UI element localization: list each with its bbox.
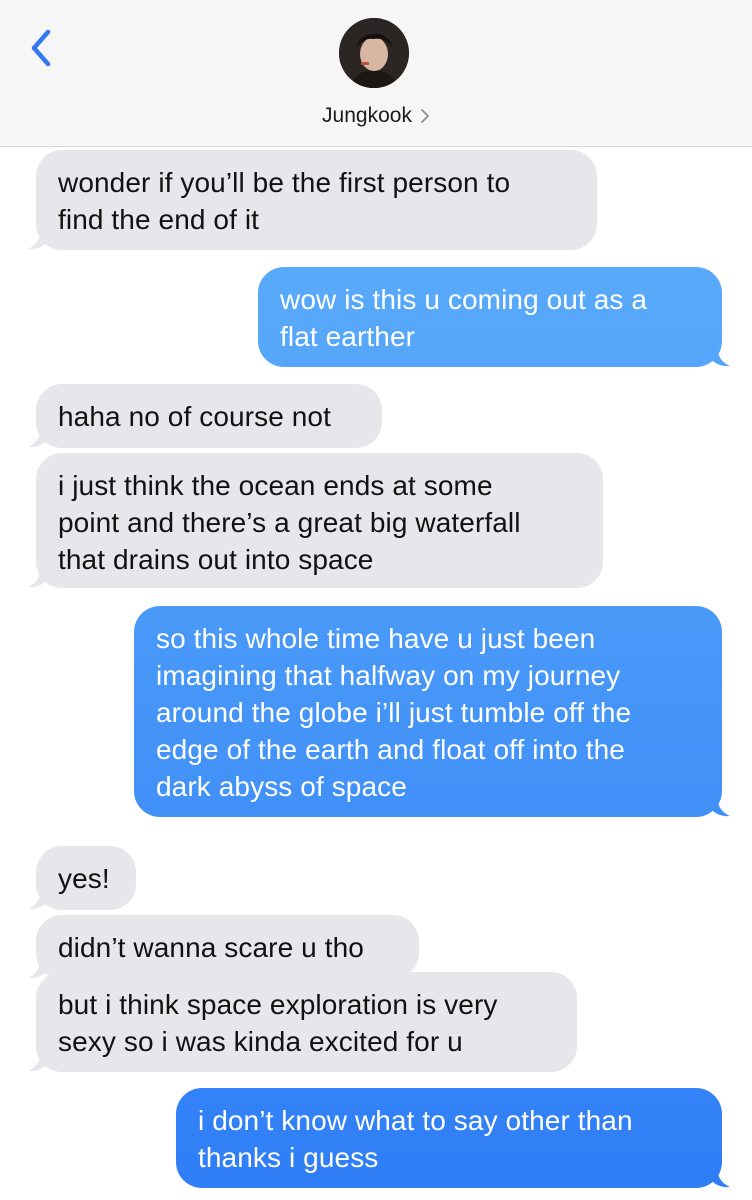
chevron-right-icon [421,109,429,123]
bubble-tail [711,345,730,367]
message-text-line: around the globe i’ll just tumble off th… [156,697,632,728]
outgoing-message-bubble[interactable]: i don’t know what to say other than thank… [176,1088,722,1188]
message-text-line: that drains out into space [58,544,374,575]
message-text-line: point and there’s a great big waterfall [58,507,521,538]
message-text-line: thanks i guess [198,1142,379,1173]
incoming-message-bubble[interactable]: but i think space exploration is very sex… [36,972,577,1072]
bubble-tail [28,888,47,910]
message-text-line: so this whole time have u just been [156,623,596,654]
bubble-tail [711,795,730,817]
avatar[interactable] [339,18,409,88]
bubble-tail [28,957,47,979]
message-text-line: i don’t know what to say other than [198,1105,633,1136]
conversation-header: Jungkook [0,0,752,147]
chevron-left-icon [31,29,51,67]
incoming-message-bubble[interactable]: yes! [36,846,136,910]
message-text-line: i just think the ocean ends at some [58,470,493,501]
bubble-tail [28,426,47,448]
message-text-line: imagining that halfway on my journey [156,660,621,691]
incoming-message-bubble[interactable]: didn’t wanna scare u tho [36,915,419,979]
incoming-message-bubble[interactable]: i just think the ocean ends at some point… [36,453,603,588]
message-text-line: dark abyss of space [156,771,407,802]
back-button[interactable] [22,24,66,72]
bubble-tail [28,228,47,250]
message-thread: wonder if you’ll be the first person to f… [0,146,752,1200]
message-text-line: sexy so i was kinda excited for u [58,1026,463,1057]
message-text-line: haha no of course not [58,401,331,432]
message-text-line: wow is this u coming out as a [280,284,648,315]
contact-name-button[interactable]: Jungkook [0,104,752,128]
message-text-line: find the end of it [58,204,260,235]
message-text-line: edge of the earth and float off into the [156,734,625,765]
incoming-message-bubble[interactable]: haha no of course not [36,384,382,448]
message-text-line: yes! [58,863,110,894]
contact-name: Jungkook [322,104,412,127]
bubble-tail [28,566,47,588]
message-text-line: didn’t wanna scare u tho [58,932,364,963]
outgoing-message-bubble[interactable]: wow is this u coming out as a flat earthe… [258,267,722,367]
message-text-line: but i think space exploration is very [58,989,498,1020]
bubble-tail [711,1166,730,1188]
message-text-line: flat earther [280,321,416,352]
outgoing-message-bubble[interactable]: so this whole time have u just been imagi… [134,606,722,817]
bubble-tail [28,1050,47,1072]
message-text-line: wonder if you’ll be the first person to [58,167,511,198]
incoming-message-bubble[interactable]: wonder if you’ll be the first person to f… [36,150,597,250]
